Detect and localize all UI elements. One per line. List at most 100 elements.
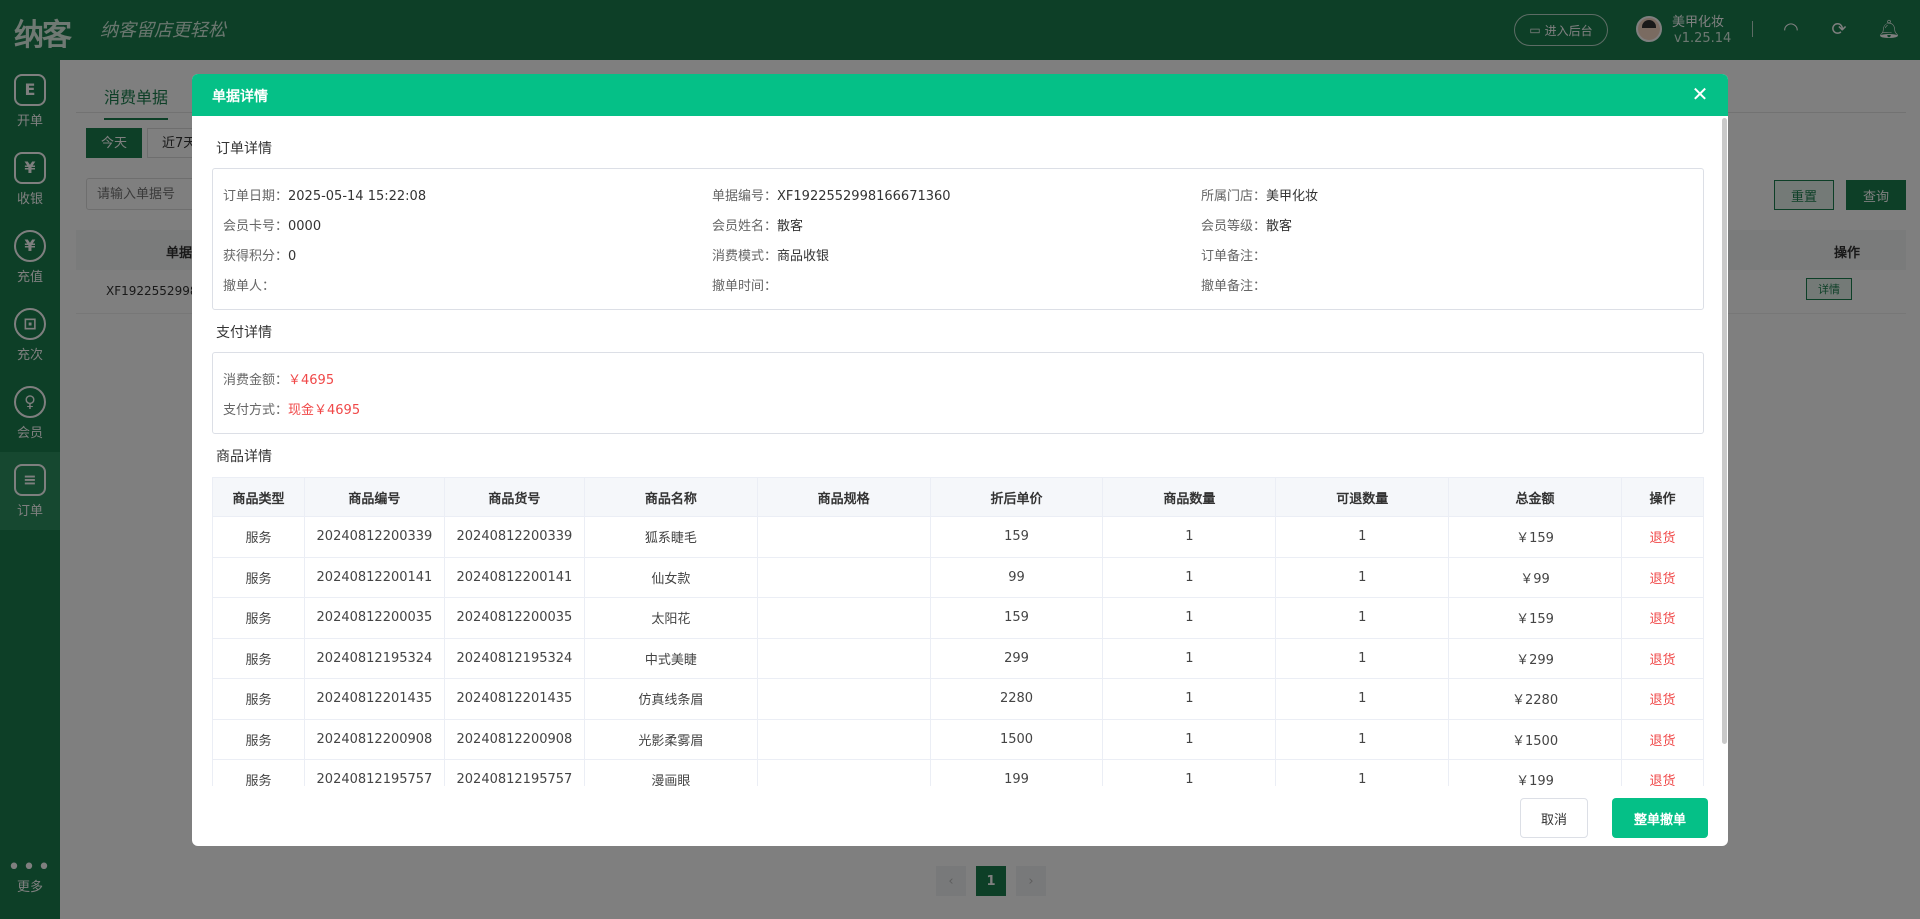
goods-table-header: 商品类型 商品编号 商品货号 商品名称 商品规格 折后单价 商品数量 可退数量 …: [212, 477, 1705, 517]
refundable-qty: 1: [1275, 759, 1450, 786]
table-row: 服务 20240812200908 20240812200908 光影柔雾眉 1500 1…: [212, 718, 1705, 760]
goods-spec: [756, 678, 931, 720]
goods-code: 20240812200035: [303, 597, 445, 639]
column-header: 商品编号: [303, 477, 445, 517]
table-row: 服务 20240812201435 20240812201435 仿真线条眉 2280 1…: [212, 678, 1705, 720]
order-info-box: 订单日期：2025-05-14 15:22:08 单据编号：XF19225529…: [212, 168, 1704, 310]
goods-name: 光影柔雾眉: [583, 718, 758, 760]
store-name: 所属门店：美甲化妆: [1201, 189, 1319, 204]
goods-type: 服务: [212, 597, 305, 639]
modal-scrollbar[interactable]: [1722, 118, 1727, 744]
order-section-title: 订单详情: [216, 141, 272, 157]
column-header: 总金额: [1448, 477, 1622, 517]
order-remark: 订单备注：: [1201, 249, 1267, 264]
quantity: 1: [1102, 637, 1277, 679]
column-header: 商品规格: [756, 477, 931, 517]
member-name: 会员姓名：散客: [712, 219, 804, 234]
goods-sku: 20240812200339: [443, 516, 585, 558]
void-remark: 撤单备注：: [1201, 279, 1267, 294]
return-link[interactable]: 退货: [1620, 718, 1705, 760]
return-link[interactable]: 退货: [1620, 759, 1705, 786]
goods-code: 20240812200339: [303, 516, 445, 558]
return-link[interactable]: 退货: [1620, 516, 1705, 558]
unit-price: 159: [929, 516, 1104, 558]
unit-price: 299: [929, 637, 1104, 679]
column-header: 商品数量: [1102, 477, 1277, 517]
quantity: 1: [1102, 759, 1277, 786]
total-amount: ￥99: [1448, 556, 1622, 598]
payment-info-box: 消费金额：￥4695 支付方式：现金￥4695: [212, 352, 1704, 434]
refundable-qty: 1: [1275, 678, 1450, 720]
unit-price: 1500: [929, 718, 1104, 760]
total-amount: ￥299: [1448, 637, 1622, 679]
unit-price: 2280: [929, 678, 1104, 720]
return-link[interactable]: 退货: [1620, 678, 1705, 720]
goods-spec: [756, 759, 931, 786]
goods-code: 20240812200141: [303, 556, 445, 598]
refundable-qty: 1: [1275, 718, 1450, 760]
points-earned: 获得积分：0: [223, 249, 297, 264]
voided-by: 撤单人：: [223, 279, 276, 294]
consumption-amount: 消费金额：￥4695: [223, 373, 335, 388]
column-header: 商品货号: [443, 477, 585, 517]
column-header: 商品名称: [583, 477, 758, 517]
goods-name: 太阳花: [583, 597, 758, 639]
goods-sku: 20240812200035: [443, 597, 585, 639]
refundable-qty: 1: [1275, 597, 1450, 639]
table-row: 服务 20240812200339 20240812200339 狐系睫毛 159 1 1 ￥…: [212, 516, 1705, 558]
quantity: 1: [1102, 556, 1277, 598]
quantity: 1: [1102, 516, 1277, 558]
return-link[interactable]: 退货: [1620, 556, 1705, 598]
order-detail-modal: 单据详情 ✕ 订单详情 订单日期：2025-05-14 15:22:08 单据编…: [192, 74, 1728, 846]
goods-name: 仿真线条眉: [583, 678, 758, 720]
column-header: 操作: [1620, 477, 1705, 517]
table-row: 服务 20240812195757 20240812195757 漫画眼 199 1 1 ￥1…: [212, 759, 1705, 786]
goods-spec: [756, 718, 931, 760]
goods-type: 服务: [212, 637, 305, 679]
goods-sku: 20240812201435: [443, 678, 585, 720]
total-amount: ￥2280: [1448, 678, 1622, 720]
column-header: 商品类型: [212, 477, 305, 517]
refundable-qty: 1: [1275, 637, 1450, 679]
goods-spec: [756, 637, 931, 679]
goods-code: 20240812195324: [303, 637, 445, 679]
payment-method: 支付方式：现金￥4695: [223, 403, 361, 418]
goods-sku: 20240812195324: [443, 637, 585, 679]
goods-spec: [756, 556, 931, 598]
goods-code: 20240812195757: [303, 759, 445, 786]
quantity: 1: [1102, 678, 1277, 720]
goods-type: 服务: [212, 516, 305, 558]
table-row: 服务 20240812200035 20240812200035 太阳花 159 1 1 ￥1…: [212, 597, 1705, 639]
goods-name: 仙女款: [583, 556, 758, 598]
goods-sku: 20240812200908: [443, 718, 585, 760]
goods-name: 漫画眼: [583, 759, 758, 786]
total-amount: ￥159: [1448, 516, 1622, 558]
goods-type: 服务: [212, 718, 305, 760]
unit-price: 159: [929, 597, 1104, 639]
return-link[interactable]: 退货: [1620, 637, 1705, 679]
goods-type: 服务: [212, 556, 305, 598]
table-row: 服务 20240812200141 20240812200141 仙女款 99 1 1 ￥99…: [212, 556, 1705, 598]
order-number: 单据编号：XF1922552998166671360: [712, 189, 951, 204]
consumption-mode: 消费模式：商品收银: [712, 249, 830, 264]
cancel-button[interactable]: 取消: [1520, 798, 1588, 838]
goods-table: 商品类型 商品编号 商品货号 商品名称 商品规格 折后单价 商品数量 可退数量 …: [212, 477, 1705, 786]
goods-name: 狐系睫毛: [583, 516, 758, 558]
refundable-qty: 1: [1275, 556, 1450, 598]
goods-sku: 20240812200141: [443, 556, 585, 598]
goods-spec: [756, 597, 931, 639]
total-amount: ￥1500: [1448, 718, 1622, 760]
goods-type: 服务: [212, 678, 305, 720]
refundable-qty: 1: [1275, 516, 1450, 558]
goods-code: 20240812200908: [303, 718, 445, 760]
modal-body: 订单详情 订单日期：2025-05-14 15:22:08 单据编号：XF192…: [192, 74, 1728, 786]
unit-price: 99: [929, 556, 1104, 598]
table-row: 服务 20240812195324 20240812195324 中式美睫 299 1 1 ￥…: [212, 637, 1705, 679]
return-link[interactable]: 退货: [1620, 597, 1705, 639]
void-whole-order-button[interactable]: 整单撤单: [1612, 798, 1708, 838]
quantity: 1: [1102, 597, 1277, 639]
void-time: 撤单时间：: [712, 279, 778, 294]
total-amount: ￥199: [1448, 759, 1622, 786]
column-header: 折后单价: [929, 477, 1104, 517]
goods-sku: 20240812195757: [443, 759, 585, 786]
